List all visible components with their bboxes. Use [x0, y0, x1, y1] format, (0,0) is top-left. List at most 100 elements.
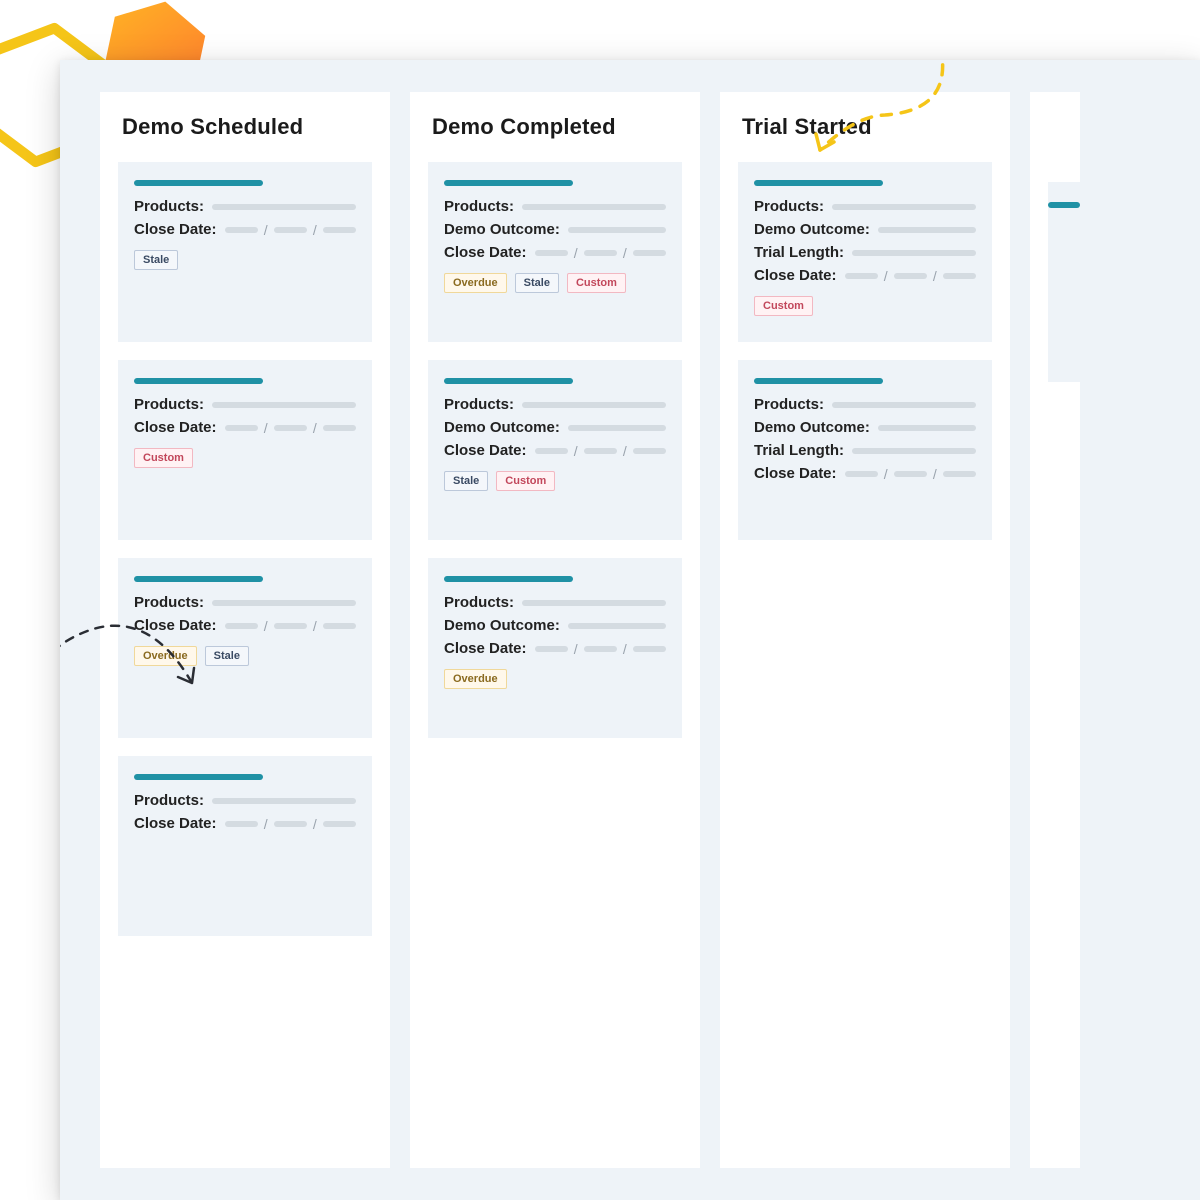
card-title-bar	[134, 576, 263, 582]
placeholder-line	[522, 402, 666, 408]
field-label: Close Date:	[134, 617, 217, 634]
tag-stale[interactable]: Stale	[444, 471, 488, 491]
field-close_date: Close Date://	[134, 815, 356, 832]
kanban-card[interactable]: Products: Demo Outcome: Trial Length: Close…	[738, 360, 992, 540]
card-title-bar	[134, 378, 263, 384]
field-close_date: Close Date: //	[134, 419, 356, 436]
tag-group: Overdue	[444, 669, 666, 689]
field-label: Demo Outcome:	[754, 419, 870, 436]
card-title-bar	[444, 576, 573, 582]
kanban-card[interactable]: Products: Demo Outcome: Trial Length: Close…	[738, 162, 992, 342]
card-title-bar	[444, 378, 573, 384]
field-trial_length: Trial Length:	[754, 442, 976, 459]
field-label: Close Date:	[134, 221, 217, 238]
field-products: Products:	[134, 396, 356, 413]
placeholder-line	[212, 600, 356, 606]
placeholder-line	[212, 798, 356, 804]
tag-stale[interactable]: Stale	[205, 646, 249, 666]
card-title-bar	[754, 180, 883, 186]
field-label: Products:	[444, 198, 514, 215]
field-label: Close Date:	[134, 419, 217, 436]
column-1: Demo CompletedProducts:Demo Outcome:Clos…	[410, 92, 700, 1168]
field-label: Products:	[134, 792, 204, 809]
field-label: Close Date:	[754, 267, 837, 284]
tag-overdue[interactable]: Overdue	[134, 646, 197, 666]
kanban-card[interactable]: Products: Close Date: // Overdue Stale	[118, 558, 372, 738]
date-placeholder: //	[225, 618, 356, 634]
field-demo_outcome: Demo Outcome:	[444, 419, 666, 436]
tag-group: Overdue Stale	[134, 646, 356, 666]
tag-custom[interactable]: Custom	[754, 296, 813, 316]
field-label: Trial Length:	[754, 244, 844, 261]
field-close_date: Close Date: //	[134, 617, 356, 634]
field-trial_length: Trial Length:	[754, 244, 976, 261]
field-label: Demo Outcome:	[444, 221, 560, 238]
field-close_date: Close Date: //	[754, 465, 976, 482]
placeholder-line	[852, 448, 976, 454]
placeholder-line	[212, 402, 356, 408]
field-demo_outcome: Demo Outcome:	[444, 221, 666, 238]
tag-group: Overdue Stale Custom	[444, 273, 666, 293]
date-placeholder: //	[225, 420, 356, 436]
field-products: Products:	[134, 594, 356, 611]
field-demo_outcome: Demo Outcome:	[754, 221, 976, 238]
tag-group: Custom	[134, 448, 356, 468]
kanban-card[interactable]: Products: Demo Outcome: Close Date:// Stale…	[428, 360, 682, 540]
field-label: Close Date:	[444, 442, 527, 459]
kanban-card[interactable]: Products: Close Date://	[118, 756, 372, 936]
kanban-card[interactable]: Products: Close Date: // Custom	[118, 360, 372, 540]
tag-stale[interactable]: Stale	[134, 250, 178, 270]
field-products: Products:	[134, 198, 356, 215]
field-products: Products:	[754, 396, 976, 413]
tag-group: Stale Custom	[444, 471, 666, 491]
column-2: Trial Started Products: Demo Outcome: Trial…	[720, 92, 1010, 1168]
field-products: Products:	[754, 198, 976, 215]
tag-overdue[interactable]: Overdue	[444, 669, 507, 689]
tag-custom[interactable]: Custom	[567, 273, 626, 293]
date-placeholder: //	[535, 641, 666, 657]
tag-stale[interactable]: Stale	[515, 273, 559, 293]
kanban-card-partial[interactable]	[1048, 182, 1080, 382]
field-label: Trial Length:	[754, 442, 844, 459]
field-label: Products:	[754, 198, 824, 215]
placeholder-line	[852, 250, 976, 256]
placeholder-line	[568, 227, 666, 233]
tag-custom[interactable]: Custom	[134, 448, 193, 468]
kanban-board: Demo ScheduledProducts:Close Date://Stal…	[60, 60, 1200, 1200]
card-title-bar	[134, 180, 263, 186]
field-products: Products:	[444, 198, 666, 215]
date-placeholder: //	[535, 245, 666, 261]
tag-custom[interactable]: Custom	[496, 471, 555, 491]
column-title: Trial Started	[720, 92, 1010, 162]
field-products: Products:	[444, 594, 666, 611]
field-label: Products:	[134, 594, 204, 611]
column-partial	[1030, 92, 1080, 1168]
field-demo_outcome: Demo Outcome:	[444, 617, 666, 634]
field-close_date: Close Date: //	[444, 244, 666, 261]
placeholder-line	[878, 227, 976, 233]
field-label: Products:	[134, 198, 204, 215]
field-close_date: Close Date://	[444, 442, 666, 459]
field-label: Products:	[754, 396, 824, 413]
kanban-card[interactable]: Products: Close Date: // Stale	[118, 162, 372, 342]
cards-container: Products: Demo Outcome: Trial Length: Close…	[720, 162, 1010, 560]
placeholder-line	[832, 402, 976, 408]
placeholder-line	[878, 425, 976, 431]
date-placeholder: //	[845, 466, 976, 482]
column-0: Demo ScheduledProducts:Close Date://Stal…	[100, 92, 390, 1168]
cards-container: Products:Close Date://StaleProducts:Clos…	[100, 162, 390, 956]
tag-overdue[interactable]: Overdue	[444, 273, 507, 293]
kanban-card[interactable]: Products: Demo Outcome: Close Date: // Overd…	[428, 558, 682, 738]
card-title-bar	[1048, 202, 1080, 208]
kanban-card[interactable]: Products: Demo Outcome: Close Date: // Overd…	[428, 162, 682, 342]
placeholder-line	[568, 623, 666, 629]
field-label: Close Date:	[444, 244, 527, 261]
field-products: Products:	[444, 396, 666, 413]
field-label: Demo Outcome:	[444, 419, 560, 436]
field-label: Close Date:	[754, 465, 837, 482]
date-placeholder: //	[225, 222, 356, 238]
placeholder-line	[832, 204, 976, 210]
date-placeholder: //	[225, 816, 356, 832]
field-label: Close Date:	[444, 640, 527, 657]
field-demo_outcome: Demo Outcome:	[754, 419, 976, 436]
